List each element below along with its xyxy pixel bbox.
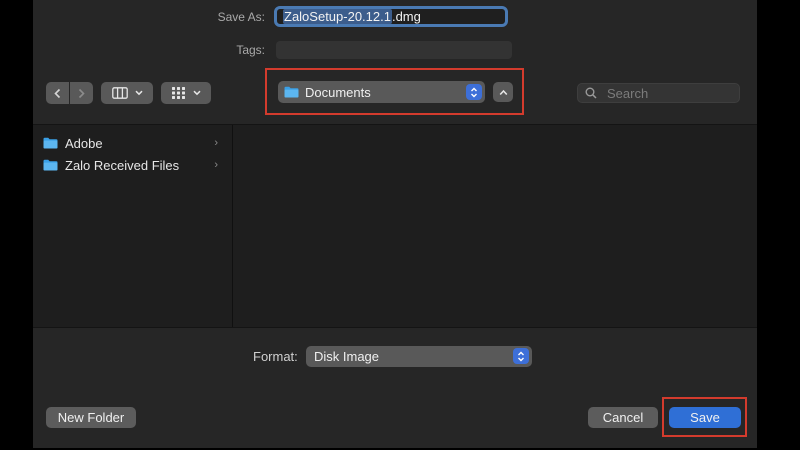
folder-icon <box>43 159 58 171</box>
nav-buttons <box>46 82 93 104</box>
back-button[interactable] <box>46 82 69 104</box>
cancel-button[interactable]: Cancel <box>588 407 658 428</box>
grid-view-button[interactable] <box>161 82 211 104</box>
chevron-up-icon <box>499 89 507 95</box>
location-popup[interactable]: Documents <box>278 81 485 103</box>
location-stepper <box>466 84 482 100</box>
chevron-down-icon <box>192 90 201 96</box>
save-dialog: Save As: ZaloSetup-20.12.1 .dmg Tags: Do… <box>33 0 757 448</box>
save-button[interactable]: Save <box>669 407 741 428</box>
folder-item-label: Zalo Received Files <box>65 157 180 173</box>
browser-column-2 <box>233 125 757 327</box>
new-folder-button[interactable]: New Folder <box>46 407 136 428</box>
format-popup[interactable]: Disk Image <box>306 346 532 367</box>
grid-view-icon <box>171 87 185 99</box>
chevron-down-icon <box>134 90 143 96</box>
save-as-label: Save As: <box>217 10 265 24</box>
folder-item-zalo-received-files[interactable]: Zalo Received Files › <box>33 154 232 176</box>
folder-icon <box>43 137 58 149</box>
tags-label: Tags: <box>236 43 265 57</box>
column-view-icon <box>111 87 128 99</box>
location-value: Documents <box>305 84 371 100</box>
forward-button[interactable] <box>70 82 93 104</box>
folder-icon <box>284 86 299 98</box>
filename-input[interactable]: ZaloSetup-20.12.1 .dmg <box>274 6 508 27</box>
column-view-button[interactable] <box>101 82 153 104</box>
filename-selected-text: ZaloSetup-20.12.1 <box>283 9 392 24</box>
expand-dialog-button[interactable] <box>493 82 513 102</box>
file-browser: Adobe › Zalo Received Files › <box>33 124 757 328</box>
chevron-left-icon <box>54 88 61 98</box>
format-label: Format: <box>253 349 298 364</box>
folder-item-label: Adobe <box>65 135 103 151</box>
up-down-chevron-icon <box>518 351 524 361</box>
chevron-right-icon: › <box>214 137 218 149</box>
format-stepper <box>513 348 529 364</box>
search-input[interactable] <box>605 84 729 102</box>
search-icon <box>585 87 597 99</box>
filename-extension: .dmg <box>391 9 421 24</box>
tags-input[interactable] <box>276 41 512 59</box>
search-field[interactable] <box>577 83 740 103</box>
format-value: Disk Image <box>314 349 380 364</box>
up-down-chevron-icon <box>471 87 477 97</box>
browser-column-1: Adobe › Zalo Received Files › <box>33 125 233 327</box>
chevron-right-icon: › <box>214 159 218 171</box>
folder-item-adobe[interactable]: Adobe › <box>33 132 232 154</box>
chevron-right-icon <box>78 88 85 98</box>
